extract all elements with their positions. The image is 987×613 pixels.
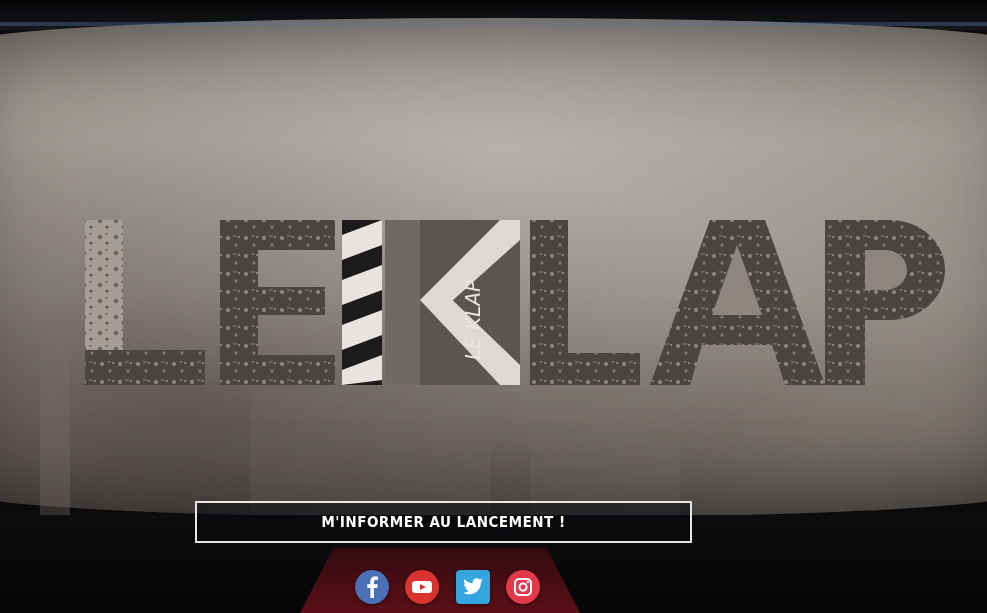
logo-badge-text: LE KLAP — [461, 279, 485, 360]
instagram-link[interactable] — [505, 570, 540, 604]
twitter-link[interactable] — [455, 570, 490, 604]
notify-launch-label: M'INFORMER AU LANCEMENT ! — [321, 513, 566, 531]
youtube-link[interactable] — [405, 570, 440, 604]
logo-letter-l — [85, 220, 205, 385]
twitter-icon — [462, 578, 483, 595]
landing-stage: LE KLAP M'INFORMER AU LANCEMENT ! — [0, 0, 987, 613]
logo-letter-a — [650, 220, 825, 385]
ghost-panel — [530, 390, 680, 515]
screen-edge — [0, 22, 987, 26]
logo-letter-e — [220, 220, 335, 385]
facebook-link[interactable] — [355, 570, 389, 604]
ghost-panel — [40, 330, 70, 515]
ghost-panel — [250, 390, 490, 515]
facebook-icon — [367, 576, 378, 598]
instagram-icon — [513, 578, 532, 596]
youtube-icon — [412, 581, 433, 593]
logo-letter-l2 — [530, 220, 640, 385]
brand-logo: LE KLAP — [80, 215, 950, 390]
notify-launch-button[interactable]: M'INFORMER AU LANCEMENT ! — [195, 501, 692, 543]
social-links — [355, 570, 540, 604]
logo-k-badge: LE KLAP — [385, 220, 520, 385]
logo-letter-p — [825, 220, 945, 385]
clapperboard-stripes — [342, 220, 382, 385]
